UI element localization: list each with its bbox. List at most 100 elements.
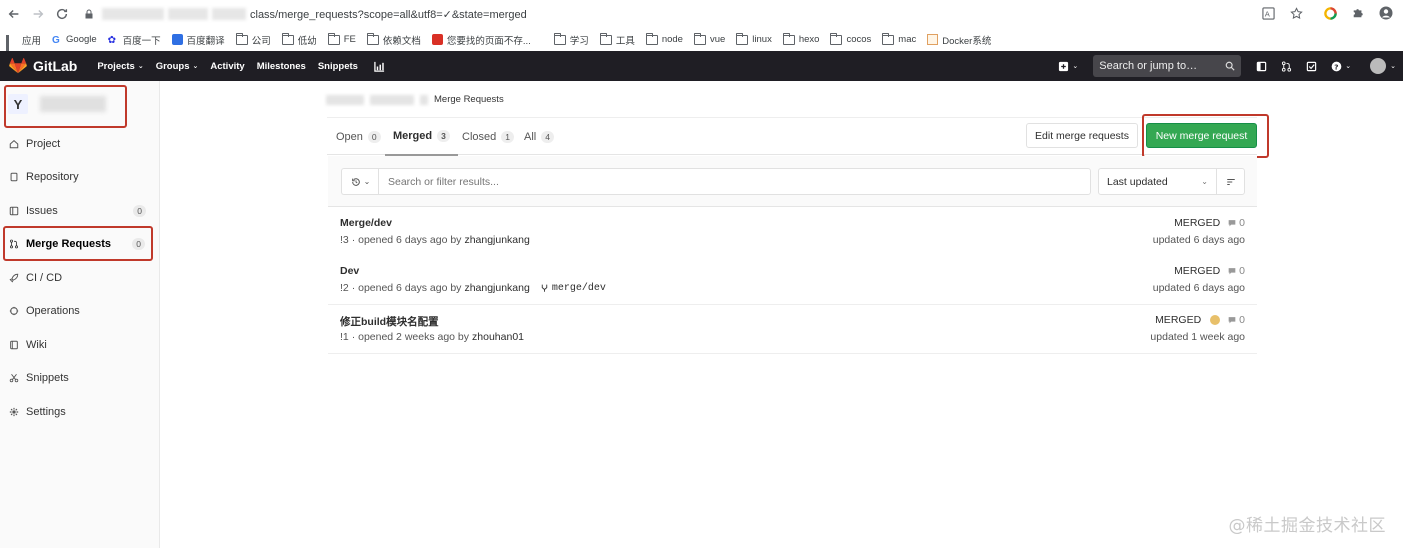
tab-all[interactable]: All 4	[524, 118, 554, 156]
sidebar-item-repository[interactable]: Repository	[0, 161, 159, 195]
nav-projects[interactable]: Projects ⌄	[97, 61, 143, 72]
merge-requests-icon[interactable]	[1281, 60, 1292, 72]
sidebar-item-settings[interactable]: Settings	[0, 395, 159, 429]
bookmark-folder[interactable]: mac	[882, 32, 917, 45]
mr-updated: updated 1 week ago	[1150, 331, 1245, 343]
bookmark-apps[interactable]: 应用	[6, 33, 41, 62]
mr-comments[interactable]: 0	[1227, 217, 1245, 229]
branch-icon	[541, 284, 548, 292]
bookmarks-bar: 应用 G Google ✿ 百度一下 百度翻译 公司 低幼 FE 依赖文档 您要…	[0, 28, 1403, 62]
mr-branch-name: merge/dev	[551, 282, 606, 294]
mr-comments[interactable]: 0	[1227, 265, 1245, 277]
reload-button[interactable]	[50, 2, 74, 26]
bookmark-baidu-translate[interactable]: 百度翻译	[171, 33, 225, 47]
mr-status: MERGED 0	[1174, 265, 1245, 277]
nav-milestones-label: Milestones	[256, 60, 306, 72]
breadcrumb-separator	[420, 94, 428, 105]
mr-status-label: MERGED	[1174, 265, 1221, 277]
mr-author-link[interactable]: zhangjunkang	[464, 282, 529, 294]
comment-icon	[1228, 268, 1236, 275]
recent-searches-button[interactable]: ⌄	[341, 168, 379, 195]
tab-count-badge: 1	[501, 131, 514, 143]
highlight-annotation	[1142, 114, 1269, 158]
merge-request-row[interactable]: Merge/dev !3 · opened 6 days ago by zhan…	[328, 208, 1257, 257]
doc-icon	[8, 172, 19, 183]
mr-updated: updated 6 days ago	[1152, 234, 1245, 246]
tab-count-badge: 0	[367, 131, 381, 143]
nav-groups[interactable]: Groups ⌄	[156, 61, 199, 72]
sort-dropdown[interactable]: Last updated ⌄	[1098, 168, 1217, 195]
mr-author-link[interactable]: zhangjunkang	[464, 234, 529, 246]
bookmark-folder[interactable]: 低幼	[281, 32, 317, 47]
tab-count-badge: 4	[541, 131, 554, 143]
mr-title[interactable]: Merge/dev	[340, 217, 392, 229]
filter-bar: ⌄ Last updated ⌄	[328, 156, 1257, 207]
user-avatar[interactable]	[1370, 58, 1387, 74]
filter-search-input[interactable]	[378, 168, 1091, 195]
mr-target-branch[interactable]: merge/dev	[540, 283, 606, 294]
profile-icon[interactable]	[1377, 4, 1395, 22]
mr-author-link[interactable]: zhouhan01	[472, 331, 524, 343]
url-field[interactable]: class/merge_requests?scope=all&utf8=✓&st…	[80, 4, 1320, 24]
back-button[interactable]	[2, 2, 26, 26]
global-search-input[interactable]: Search or jump to…	[1093, 55, 1242, 77]
sidebar-item-ci-cd[interactable]: CI / CD	[0, 261, 159, 295]
bookmark-folder[interactable]: hexo	[782, 32, 819, 45]
nav-snippets[interactable]: Snippets	[318, 61, 358, 72]
chart-icon[interactable]	[374, 61, 385, 72]
bookmark-folder[interactable]: FE	[327, 32, 356, 45]
sidebar-item-wiki[interactable]: Wiki	[0, 328, 159, 362]
sidebar-item-operations[interactable]: Operations	[0, 295, 159, 329]
mr-title[interactable]: 修正build模块名配置	[340, 314, 439, 329]
folder-icon	[882, 32, 895, 45]
bookmark-label: node	[661, 34, 683, 45]
extensions-puzzle-icon[interactable]	[1349, 4, 1367, 22]
extension-color-icon[interactable]	[1321, 4, 1339, 22]
bookmark-folder[interactable]: node	[645, 32, 683, 45]
mr-comments[interactable]: 0	[1227, 314, 1245, 326]
plus-dropdown-icon[interactable]: ⌄	[1058, 61, 1078, 72]
sidebar-item-snippets[interactable]: Snippets	[0, 362, 159, 396]
bookmark-baidu[interactable]: ✿ 百度一下	[108, 33, 161, 47]
bookmark-folder[interactable]: linux	[736, 32, 772, 45]
bookmark-folder[interactable]: 工具	[599, 32, 635, 47]
bookmark-label: mac	[898, 34, 917, 45]
bookmark-label: 工具	[615, 35, 635, 47]
mr-status: MERGED 0	[1155, 314, 1245, 326]
bookmark-folder[interactable]: cocos	[830, 32, 871, 45]
sidebar-item-project[interactable]: Project	[0, 127, 159, 161]
todos-check-icon[interactable]	[1306, 61, 1317, 72]
sort-direction-button[interactable]	[1216, 168, 1245, 195]
bookmark-label: 公司	[251, 35, 271, 47]
nav-activity[interactable]: Activity	[210, 61, 244, 72]
translate-icon[interactable]: A	[1259, 4, 1277, 22]
bookmark-star-icon[interactable]	[1287, 4, 1305, 22]
tab-merged[interactable]: Merged 3	[385, 118, 458, 156]
breadcrumb-blurred-project[interactable]	[370, 94, 414, 105]
chevron-down-icon[interactable]: ⌄	[1390, 62, 1396, 70]
merge-request-row[interactable]: Dev !2 · opened 6 days ago by zhangjunka…	[328, 256, 1257, 305]
bookmark-page[interactable]: 您要找的页面不存...	[431, 33, 531, 47]
bookmark-folder[interactable]: 公司	[235, 32, 271, 47]
tab-open[interactable]: Open 0	[336, 118, 381, 156]
sidebar-toggle-icon[interactable]	[1256, 61, 1267, 72]
sidebar-item-issues[interactable]: Issues 0	[0, 194, 159, 228]
breadcrumb-blurred-group[interactable]	[326, 94, 364, 105]
help-icon[interactable]: ? ⌄	[1331, 61, 1351, 72]
forward-button[interactable]	[26, 2, 50, 26]
bookmark-docker[interactable]: Docker系统	[927, 33, 991, 47]
bookmark-folder[interactable]: 学习	[553, 32, 589, 47]
breadcrumb-current[interactable]: Merge Requests	[434, 94, 504, 105]
bookmark-google[interactable]: G Google	[52, 34, 97, 46]
gitlab-logo[interactable]: GitLab	[9, 57, 77, 75]
merge-request-row[interactable]: 修正build模块名配置 !1 · opened 2 weeks ago by …	[328, 305, 1257, 354]
edit-merge-requests-button[interactable]: Edit merge requests	[1026, 123, 1138, 148]
nav-projects-label: Projects	[97, 60, 135, 72]
tab-closed[interactable]: Closed 1	[462, 118, 514, 156]
nav-milestones[interactable]: Milestones	[257, 61, 306, 72]
gitlab-top-navbar: GitLab Projects ⌄ Groups ⌄ Activity Milest…	[0, 51, 1403, 81]
bookmark-folder[interactable]: vue	[693, 32, 725, 45]
assignee-avatar[interactable]	[1210, 315, 1221, 325]
bookmark-folder[interactable]: 依赖文档	[366, 32, 421, 47]
mr-title[interactable]: Dev	[340, 265, 359, 277]
